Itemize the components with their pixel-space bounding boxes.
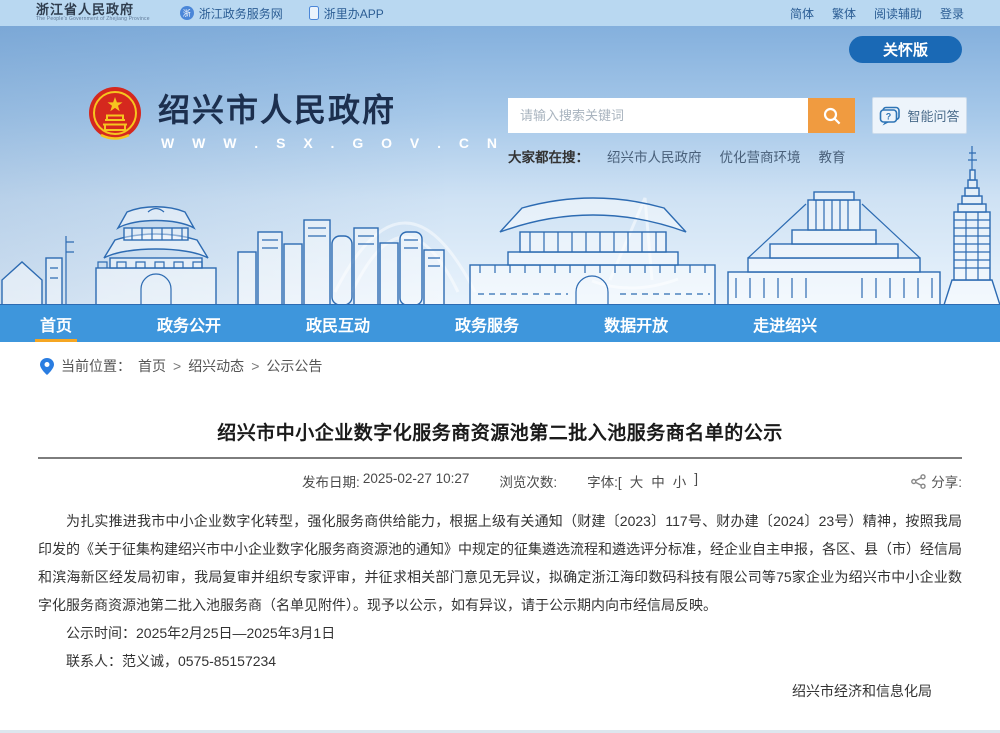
nav-item-home[interactable]: 首页 (40, 305, 72, 342)
hot-search-label: 大家都在搜： (508, 146, 589, 166)
breadcrumb-notices[interactable]: 公示公告 (266, 356, 322, 376)
topbar-right-links: 简体 繁体 阅读辅助 登录 (790, 5, 964, 22)
nav-label-open-data: 数据开放 (604, 312, 668, 336)
nav-label-interaction: 政民互动 (306, 312, 370, 336)
svg-text:?: ? (886, 111, 892, 121)
article-body: 为扎实推进我市中小企业数字化转型，强化服务商供给能力，根据上级有关通知（财建〔2… (38, 507, 962, 675)
zhejiang-gov-logo[interactable]: 浙江省人民政府 The People's Government of Zheji… (36, 3, 150, 23)
article-meta-row: 发布日期: 2025-02-27 10:27 浏览次数: 字体:[ 大 中 小 … (38, 471, 962, 491)
publish-date-label: 发布日期: (302, 471, 360, 491)
nav-label-gov-affairs: 政务公开 (157, 312, 221, 336)
zhejiang-service-icon: 浙 (180, 6, 194, 20)
search-icon (822, 106, 842, 126)
site-logo-block[interactable]: 绍兴市人民政府 W W W . S X . G O V . C N (88, 85, 504, 151)
breadcrumb-dynamics[interactable]: 绍兴动态 (188, 356, 244, 376)
zhejiang-service-portal-link[interactable]: 浙 浙江政务服务网 (180, 5, 283, 22)
city-skyline-illustration (0, 140, 1000, 305)
font-size-label-suffix: ] (694, 471, 698, 491)
hot-search-word-3[interactable]: 教育 (819, 146, 846, 166)
breadcrumb-separator: > (173, 358, 181, 374)
simplified-chinese-link[interactable]: 简体 (790, 5, 814, 22)
location-pin-icon (40, 358, 54, 375)
zheliban-app-link[interactable]: 浙里办APP (309, 5, 384, 22)
nav-label-home: 首页 (40, 312, 72, 336)
article-signature: 绍兴市经济和信息化局 (38, 677, 962, 705)
share-label: 分享: (931, 471, 962, 491)
breadcrumb: 当前位置： 首页 > 绍兴动态 > 公示公告 (0, 342, 1000, 390)
search-input[interactable] (508, 98, 808, 133)
login-link[interactable]: 登录 (940, 5, 964, 22)
site-title-text: 绍兴市人民政府 W W W . S X . G O V . C N (158, 85, 504, 151)
font-size-label: 字体:[ (587, 471, 622, 491)
view-count: 浏览次数: (499, 471, 557, 491)
main-navigation: 首页 政务公开 政民互动 政务服务 数据开放 走进绍兴 (0, 305, 1000, 342)
article-paragraph-time: 公示时间：2025年2月25日—2025年3月1日 (38, 619, 962, 647)
breadcrumb-separator: > (251, 358, 259, 374)
article-paragraph-contact: 联系人：范义诚，0575-85157234 (38, 647, 962, 675)
nav-label-about-shaoxing: 走进绍兴 (753, 312, 817, 336)
publish-date-value: 2025-02-27 10:27 (363, 471, 470, 491)
nav-item-about-shaoxing[interactable]: 走进绍兴 (753, 305, 817, 342)
site-name: 绍兴市人民政府 (158, 85, 504, 131)
nav-item-interaction[interactable]: 政民互动 (306, 305, 370, 342)
zhejiang-gov-name: 浙江省人民政府 (36, 3, 150, 17)
site-search (508, 98, 855, 133)
zhejiang-gov-name-en: The People's Government of Zhejiang Prov… (36, 17, 150, 23)
nav-item-open-data[interactable]: 数据开放 (604, 305, 668, 342)
nav-item-gov-affairs[interactable]: 政务公开 (157, 305, 221, 342)
reading-aid-link[interactable]: 阅读辅助 (874, 5, 922, 22)
article-title: 绍兴市中小企业数字化服务商资源池第二批入池服务商名单的公示 (38, 418, 962, 445)
breadcrumb-label: 当前位置： (61, 356, 131, 376)
header-banner: 关怀版 绍兴市人民政府 W W W . S X . G O V . C N ? (0, 26, 1000, 305)
font-size-small[interactable]: 小 (673, 471, 687, 491)
care-version-button[interactable]: 关怀版 (849, 36, 962, 63)
font-size-switcher: 字体:[ 大 中 小 ] (587, 471, 698, 491)
breadcrumb-home[interactable]: 首页 (138, 356, 166, 376)
traditional-chinese-link[interactable]: 繁体 (832, 5, 856, 22)
mobile-phone-icon (309, 6, 319, 20)
zheliban-app-label: 浙里办APP (324, 5, 384, 22)
publish-date: 发布日期: 2025-02-27 10:27 (302, 471, 469, 491)
zhejiang-service-label: 浙江政务服务网 (199, 5, 283, 22)
smart-qa-label: 智能问答 (907, 106, 959, 125)
article-container: 绍兴市中小企业数字化服务商资源池第二批入池服务商名单的公示 发布日期: 2025… (0, 418, 1000, 705)
article-paragraph-main: 为扎实推进我市中小企业数字化转型，强化服务商供给能力，根据上级有关通知（财建〔2… (38, 507, 962, 619)
share-button[interactable]: 分享: (911, 471, 962, 491)
smart-qa-button[interactable]: ? 智能问答 (872, 97, 967, 134)
title-divider (38, 457, 962, 459)
nav-item-services[interactable]: 政务服务 (455, 305, 519, 342)
font-size-large[interactable]: 大 (630, 471, 644, 491)
share-nodes-icon (911, 474, 926, 489)
site-url: W W W . S X . G O V . C N (158, 135, 504, 151)
view-count-label: 浏览次数: (499, 471, 557, 491)
nav-label-services: 政务服务 (455, 312, 519, 336)
national-emblem-icon (88, 85, 142, 143)
hot-search-word-1[interactable]: 绍兴市人民政府 (607, 146, 702, 166)
search-button[interactable] (808, 98, 855, 133)
font-size-medium[interactable]: 中 (651, 471, 665, 491)
hot-search-word-2[interactable]: 优化营商环境 (720, 146, 801, 166)
chat-question-icon: ? (879, 106, 901, 126)
top-utility-bar: 浙江省人民政府 The People's Government of Zheji… (0, 0, 1000, 26)
hot-search-row: 大家都在搜： 绍兴市人民政府 优化营商环境 教育 (508, 146, 846, 166)
